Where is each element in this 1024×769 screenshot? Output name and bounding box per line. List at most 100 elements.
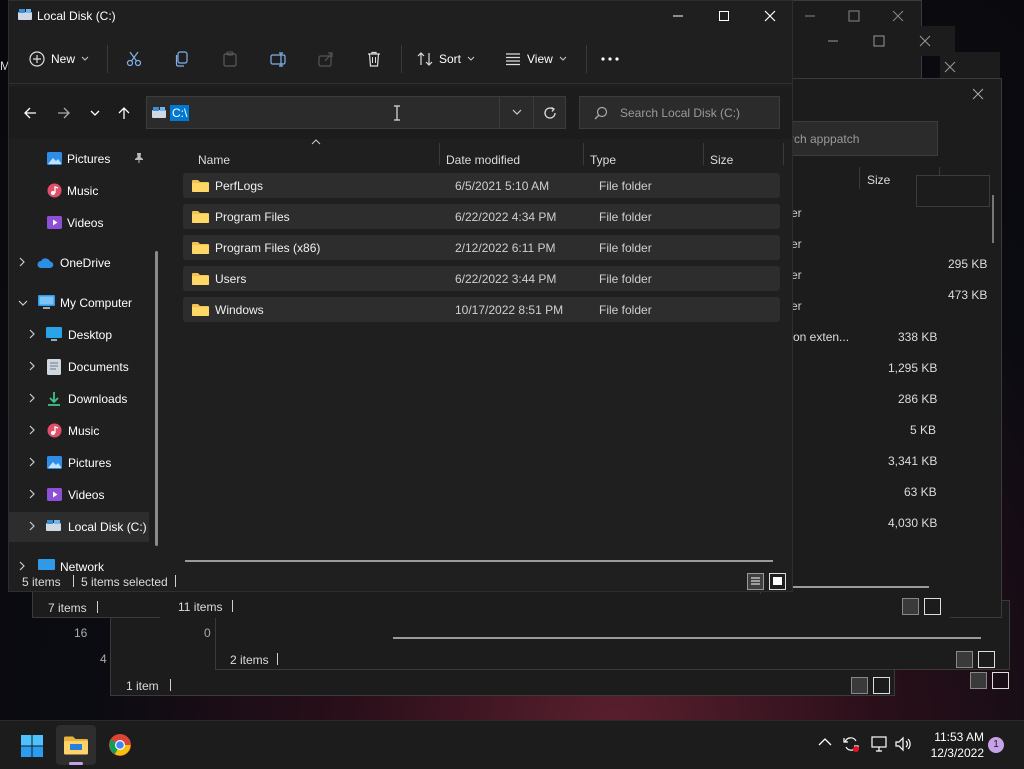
forward-button[interactable] [52, 101, 76, 125]
file-list: Name Date modified Type Size PerfLogs 6/… [179, 139, 789, 561]
chevron-right-icon[interactable] [28, 361, 36, 371]
sidebar-item-videos[interactable]: Videos [9, 480, 149, 510]
network-status-button[interactable] [870, 735, 890, 755]
back-button[interactable] [18, 101, 42, 125]
pin-icon[interactable] [133, 152, 145, 164]
sidebar-item-downloads[interactable]: Downloads [9, 384, 149, 414]
more-options-button[interactable] [601, 45, 619, 73]
column-header-name[interactable]: Name [198, 153, 230, 167]
column-header-size[interactable]: Size [867, 173, 890, 187]
tiles-view-button[interactable] [992, 672, 1009, 689]
paste-button[interactable] [222, 45, 238, 73]
pictures-icon [47, 455, 62, 470]
sidebar-item-pictures[interactable]: Pictures [9, 448, 149, 478]
maximize-button[interactable] [701, 1, 747, 31]
horizontal-scrollbar[interactable] [185, 560, 773, 562]
sidebar-item-my-computer[interactable]: My Computer [9, 288, 149, 318]
table-row[interactable]: Users 6/22/2022 3:44 PM File folder [183, 266, 780, 291]
minimize-icon[interactable] [803, 9, 817, 23]
chevron-right-icon[interactable] [28, 521, 36, 531]
status-bar: 5 items 5 items selected [9, 571, 792, 593]
cut-button[interactable] [126, 45, 142, 73]
clipboard-icon [222, 51, 238, 67]
table-row[interactable]: Windows 10/17/2022 8:51 PM File folder [183, 297, 780, 322]
chevron-right-icon[interactable] [28, 457, 36, 467]
view-button[interactable]: View [505, 45, 567, 73]
maximize-icon[interactable] [872, 34, 886, 48]
sidebar-item-documents[interactable]: Documents [9, 352, 149, 382]
sidebar-scrollbar[interactable] [155, 251, 158, 546]
details-view-button[interactable] [747, 573, 764, 590]
folder-icon [192, 241, 209, 254]
column-header-size[interactable]: Size [710, 153, 733, 167]
minimize-icon[interactable] [826, 34, 840, 48]
address-input[interactable]: C:\ [170, 105, 190, 121]
clock[interactable]: 11:53 AM 12/3/2022 [920, 729, 984, 763]
close-icon[interactable] [918, 34, 932, 48]
close-button[interactable] [747, 1, 793, 31]
share-button[interactable] [318, 45, 334, 73]
address-dropdown-button[interactable] [499, 97, 534, 128]
close-icon[interactable] [943, 60, 957, 74]
sidebar-item-local-disk[interactable]: Local Disk (C:) [9, 512, 149, 542]
refresh-button[interactable] [533, 97, 566, 128]
volume-button[interactable] [894, 735, 914, 755]
recent-locations-button[interactable] [83, 101, 107, 125]
sort-button[interactable]: Sort [417, 45, 475, 73]
file-size: 1,295 KB [888, 361, 938, 375]
sidebar-item-music[interactable]: Music [9, 176, 149, 206]
navigation-pane: Pictures Music Videos OneDrive My Comput… [9, 141, 164, 571]
chevron-right-icon[interactable] [18, 257, 26, 267]
documents-icon [47, 359, 61, 375]
table-row[interactable]: PerfLogs 6/5/2021 5:10 AM File folder [183, 173, 780, 198]
sidebar-item-pictures[interactable]: Pictures [9, 144, 149, 174]
table-row[interactable]: Program Files (x86) 2/12/2022 6:11 PM Fi… [183, 235, 780, 260]
sync-status-button[interactable] [842, 735, 862, 755]
taskbar-chrome-button[interactable] [100, 725, 140, 765]
view-label: View [527, 52, 553, 66]
chevron-down-icon[interactable] [18, 299, 28, 307]
tiles-view-button[interactable] [769, 573, 786, 590]
chevron-right-icon[interactable] [28, 393, 36, 403]
tiles-view-button[interactable] [924, 598, 941, 615]
chevron-right-icon[interactable] [18, 561, 26, 571]
chevron-right-icon[interactable] [28, 425, 36, 435]
sidebar-item-videos[interactable]: Videos [9, 208, 149, 238]
sidebar-item-network[interactable]: Network [9, 552, 149, 571]
file-size: 473 KB [948, 288, 988, 302]
taskbar-file-explorer-button[interactable] [56, 725, 96, 765]
sidebar-item-onedrive[interactable]: OneDrive [9, 248, 149, 278]
search-box[interactable]: Search Local Disk (C:) [579, 96, 780, 129]
column-header-date[interactable]: Date modified [446, 153, 520, 167]
search-input[interactable]: Search Local Disk (C:) [620, 106, 740, 120]
minimize-button[interactable] [655, 1, 701, 31]
tiles-view-icon [770, 574, 785, 589]
address-bar[interactable]: C:\ [146, 96, 566, 129]
column-header-type[interactable]: Type [590, 153, 616, 167]
delete-button[interactable] [366, 45, 382, 73]
maximize-icon[interactable] [847, 9, 861, 23]
details-view-button[interactable] [902, 598, 919, 615]
close-icon[interactable] [971, 87, 985, 101]
chevron-right-icon[interactable] [28, 489, 36, 499]
new-button[interactable]: New [29, 45, 89, 73]
background-window-a: rch apppatch Size er er er er on exten..… [179, 78, 1002, 618]
file-size: 63 KB [904, 485, 937, 499]
copy-button[interactable] [174, 45, 190, 73]
notification-badge[interactable]: 1 [988, 737, 1004, 753]
chevron-right-icon[interactable] [28, 329, 36, 339]
rename-button[interactable] [270, 45, 288, 73]
sidebar-item-music[interactable]: Music [9, 416, 149, 446]
show-hidden-icons-button[interactable] [818, 737, 836, 755]
sidebar-item-desktop[interactable]: Desktop [9, 320, 149, 350]
partial-row[interactable] [916, 175, 990, 207]
details-view-button[interactable] [970, 672, 987, 689]
start-button[interactable] [12, 729, 52, 763]
videos-icon [47, 215, 62, 230]
close-icon[interactable] [891, 9, 905, 23]
up-button[interactable] [112, 101, 136, 125]
copy-icon [174, 51, 190, 67]
table-row[interactable]: Program Files 6/22/2022 4:34 PM File fol… [183, 204, 780, 229]
title-bar[interactable]: Local Disk (C:) [9, 1, 792, 31]
status-selected-count: 5 items selected [81, 575, 168, 589]
